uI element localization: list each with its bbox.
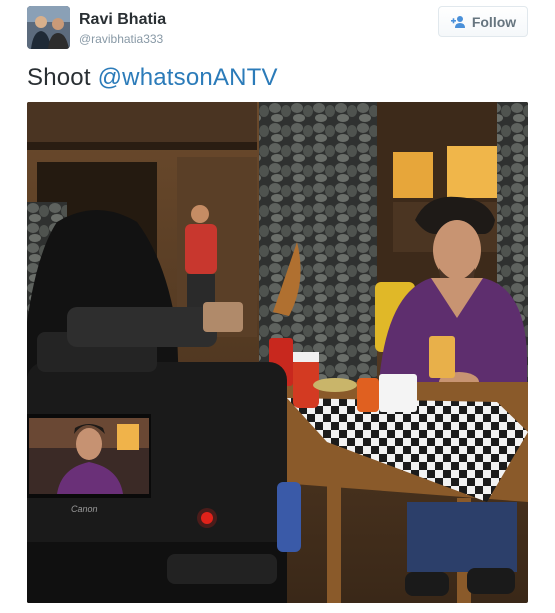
tweet-text-body: Shoot (27, 64, 98, 91)
user-handle[interactable]: @ravibhatia333 (79, 32, 163, 46)
follow-button[interactable]: Follow (438, 6, 528, 37)
mention-link[interactable]: @whatsonANTV (98, 64, 278, 91)
tweet-text: Shoot @whatsonANTV (27, 64, 278, 92)
user-avatar[interactable] (27, 6, 70, 49)
add-user-icon (450, 15, 466, 29)
user-display-name[interactable]: Ravi Bhatia (79, 11, 166, 29)
follow-button-label: Follow (471, 13, 517, 30)
camera-brand-label: Canon (71, 504, 98, 514)
tweet-card: Ravi Bhatia @ravibhatia333 Follow Shoot … (0, 0, 555, 613)
tweet-photo[interactable]: Canon (27, 102, 528, 603)
